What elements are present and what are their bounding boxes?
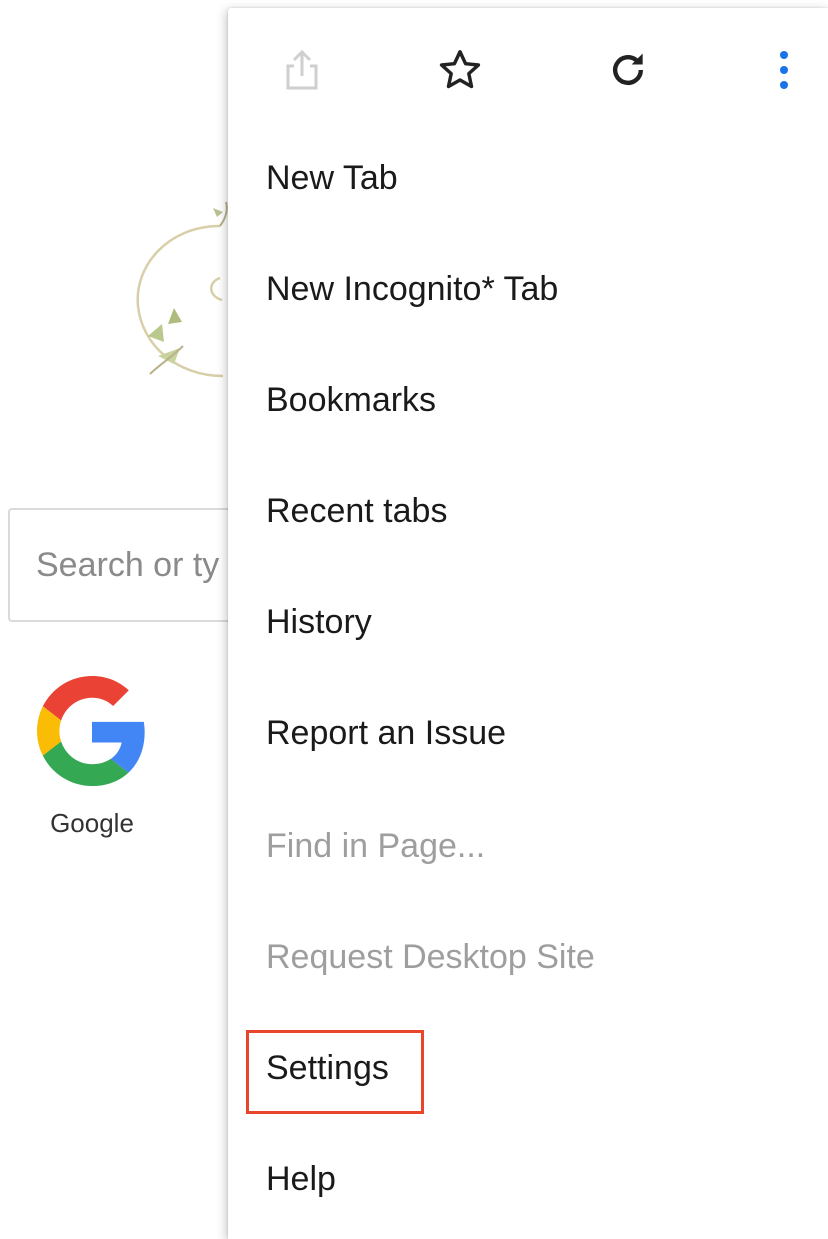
- menu-item-report-issue[interactable]: Report an Issue: [266, 713, 506, 753]
- share-icon: [286, 49, 318, 90]
- menu-item-find-in-page: Find in Page...: [266, 827, 486, 865]
- menu-item-new-incognito-tab[interactable]: New Incognito* Tab: [266, 269, 558, 309]
- chrome-new-tab-page: Search or ty Google New Tab New Incognit…: [0, 0, 828, 1239]
- menu-item-history[interactable]: History: [266, 602, 372, 642]
- reload-icon: [612, 53, 644, 86]
- menu-item-new-tab[interactable]: New Tab: [266, 158, 398, 198]
- menu-item-help[interactable]: Help: [266, 1159, 336, 1199]
- bookmark-star-button[interactable]: [424, 34, 496, 106]
- menu-item-settings[interactable]: Settings: [266, 1048, 389, 1088]
- shortcut-tile-google[interactable]: Google: [30, 676, 154, 839]
- share-button[interactable]: [266, 34, 338, 106]
- search-placeholder: Search or ty: [36, 546, 220, 584]
- overflow-menu: New Tab New Incognito* Tab Bookmarks Rec…: [228, 8, 828, 1239]
- menu-toolbar: [228, 8, 828, 126]
- google-logo-icon: [37, 676, 145, 786]
- more-options-button[interactable]: [748, 34, 820, 106]
- star-icon: [439, 50, 481, 89]
- menu-item-request-desktop-site: Request Desktop Site: [266, 938, 595, 976]
- menu-item-bookmarks[interactable]: Bookmarks: [266, 380, 436, 420]
- menu-item-recent-tabs[interactable]: Recent tabs: [266, 491, 447, 531]
- reload-button[interactable]: [592, 34, 664, 106]
- more-vert-icon: [780, 51, 788, 89]
- shortcut-label: Google: [50, 808, 134, 838]
